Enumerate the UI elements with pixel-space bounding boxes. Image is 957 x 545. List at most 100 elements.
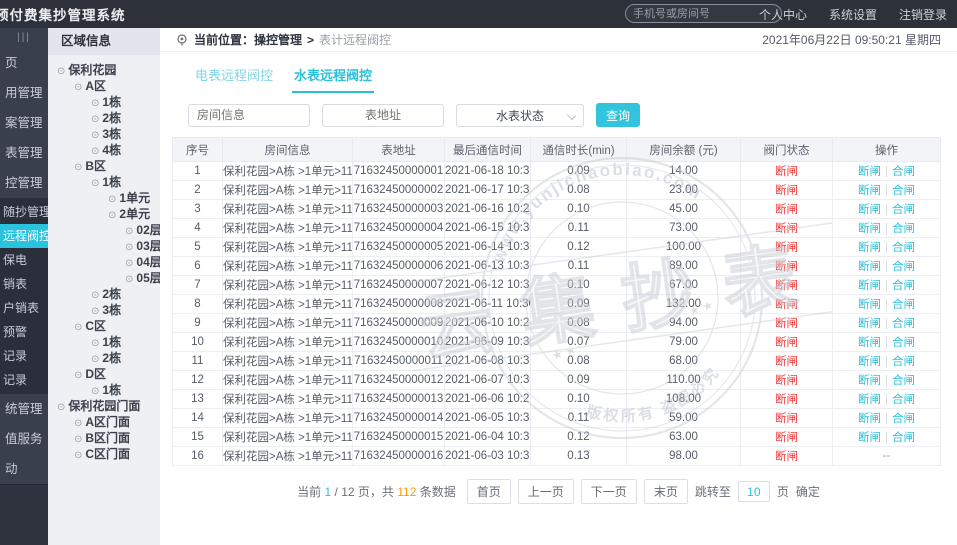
tree-node[interactable]: ⊙02层 (48, 222, 160, 238)
close-valve-link[interactable]: 断闸 (858, 318, 881, 330)
sidebar-item[interactable]: 用管理 (0, 78, 48, 108)
open-valve-link[interactable]: 合闸 (892, 318, 915, 330)
tree-node-label: 保利花园门面 (68, 399, 140, 413)
open-valve-link[interactable]: 合闸 (892, 280, 915, 292)
sidebar-item[interactable]: 保电 (0, 248, 48, 272)
tab-electric-meter-valve[interactable]: 电表远程阀控 (193, 61, 275, 93)
open-valve-link[interactable]: 合闸 (892, 185, 915, 197)
tree-expand-icon: ⊙ (74, 322, 82, 333)
tree-node[interactable]: ⊙1栋 (48, 382, 160, 398)
tree-node[interactable]: ⊙1栋 (48, 94, 160, 110)
tree-node[interactable]: ⊙B区门面 (48, 430, 160, 446)
sidebar-item[interactable]: 控管理 (0, 168, 48, 198)
close-valve-link[interactable]: 断闸 (858, 413, 881, 425)
open-valve-link[interactable]: 合闸 (892, 223, 915, 235)
sidebar-item-active[interactable]: 远程阀控 (0, 224, 48, 248)
close-valve-link[interactable]: 断闸 (858, 375, 881, 387)
open-valve-link[interactable]: 合闸 (892, 356, 915, 368)
sidebar-item[interactable]: 销表 (0, 272, 48, 296)
open-valve-link[interactable]: 合闸 (892, 166, 915, 178)
close-valve-link[interactable]: 断闸 (858, 337, 881, 349)
menu-collapse-icon[interactable]: ||| (0, 28, 48, 48)
sidebar-item[interactable]: 记录 (0, 344, 48, 368)
tree-node[interactable]: ⊙03层 (48, 238, 160, 254)
tree-node[interactable]: ⊙2单元 (48, 206, 160, 222)
sidebar-item[interactable]: 户销表 (0, 296, 48, 320)
water-meter-status-select[interactable]: 水表状态 (456, 104, 584, 127)
last-page-button[interactable]: 末页 (644, 479, 688, 504)
chevron-down-icon (567, 111, 576, 120)
open-valve-link[interactable]: 合闸 (892, 413, 915, 425)
sidebar-item[interactable]: 案管理 (0, 108, 48, 138)
sidebar-item[interactable]: 页 (0, 48, 48, 78)
tree-node[interactable]: ⊙保利花园 (48, 62, 160, 78)
tree-node[interactable]: ⊙2栋 (48, 286, 160, 302)
jump-page-input[interactable] (738, 481, 770, 502)
tree-node[interactable]: ⊙1栋 (48, 334, 160, 350)
tree-node[interactable]: ⊙保利花园门面 (48, 398, 160, 414)
op-separator: | (885, 185, 888, 197)
close-valve-link[interactable]: 断闸 (858, 394, 881, 406)
open-valve-link[interactable]: 合闸 (892, 394, 915, 406)
close-valve-link[interactable]: 断闸 (858, 185, 881, 197)
tree-node[interactable]: ⊙05层 (48, 270, 160, 286)
sidebar-item[interactable]: 随抄管理 (0, 200, 48, 224)
tree-node[interactable]: ⊙1栋 (48, 174, 160, 190)
close-valve-link[interactable]: 断闸 (858, 432, 881, 444)
close-valve-link[interactable]: 断闸 (858, 223, 881, 235)
close-valve-link[interactable]: 断闸 (858, 242, 881, 254)
open-valve-link[interactable]: 合闸 (892, 299, 915, 311)
first-page-button[interactable]: 首页 (467, 479, 511, 504)
tree-node[interactable]: ⊙A区门面 (48, 414, 160, 430)
meter-address-input[interactable] (322, 104, 444, 127)
sidebar-item[interactable]: 值服务 (0, 424, 48, 454)
tree-node[interactable]: ⊙04层 (48, 254, 160, 270)
close-valve-link[interactable]: 断闸 (858, 299, 881, 311)
tree-node[interactable]: ⊙A区 (48, 78, 160, 94)
open-valve-link[interactable]: 合闸 (892, 204, 915, 216)
sidebar-bottom-group: 统管理值服务动 (0, 394, 48, 484)
global-search-input[interactable] (633, 8, 775, 20)
close-valve-link[interactable]: 断闸 (858, 261, 881, 273)
system-settings-link[interactable]: 系统设置 (829, 6, 877, 23)
close-valve-link[interactable]: 断闸 (858, 166, 881, 178)
close-valve-link[interactable]: 断闸 (858, 204, 881, 216)
tab-water-meter-valve[interactable]: 水表远程阀控 (292, 61, 374, 93)
query-button[interactable]: 查询 (596, 103, 640, 127)
pagination-buttons: 首页上一页下一页末页 (467, 479, 688, 504)
sidebar-item[interactable]: 预警 (0, 320, 48, 344)
tree-node[interactable]: ⊙2栋 (48, 110, 160, 126)
tree-expand-icon: ⊙ (74, 370, 82, 381)
prev-page-button[interactable]: 上一页 (518, 479, 574, 504)
sidebar-item[interactable]: 动 (0, 454, 48, 484)
tree-node-label: 1栋 (102, 383, 121, 397)
logout-link[interactable]: 注销登录 (899, 6, 947, 23)
room-info-input[interactable] (188, 104, 310, 127)
tree-node[interactable]: ⊙B区 (48, 158, 160, 174)
sidebar-item[interactable]: 表管理 (0, 138, 48, 168)
tree-node[interactable]: ⊙D区 (48, 366, 160, 382)
open-valve-link[interactable]: 合闸 (892, 337, 915, 349)
tree-node[interactable]: ⊙C区门面 (48, 446, 160, 462)
open-valve-link[interactable]: 合闸 (892, 375, 915, 387)
open-valve-link[interactable]: 合闸 (892, 261, 915, 273)
next-page-button[interactable]: 下一页 (581, 479, 637, 504)
user-center-link[interactable]: 个人中心 (759, 6, 807, 23)
close-valve-link[interactable]: 断闸 (858, 280, 881, 292)
close-valve-link[interactable]: 断闸 (858, 356, 881, 368)
tree-node[interactable]: ⊙1单元 (48, 190, 160, 206)
cell-operations: -- (833, 447, 941, 466)
cell-operations: 断闸|合闸 (833, 390, 941, 409)
jump-confirm-button[interactable]: 确定 (796, 483, 820, 500)
tree-node[interactable]: ⊙4栋 (48, 142, 160, 158)
sidebar-item[interactable]: 记录 (0, 368, 48, 392)
tree-node[interactable]: ⊙3栋 (48, 126, 160, 142)
cell-addr: 71632450000006 (353, 257, 445, 276)
tree-node[interactable]: ⊙2栋 (48, 350, 160, 366)
tree-node[interactable]: ⊙3栋 (48, 302, 160, 318)
tree-node-label: 04层 (136, 255, 160, 269)
open-valve-link[interactable]: 合闸 (892, 242, 915, 254)
open-valve-link[interactable]: 合闸 (892, 432, 915, 444)
sidebar-item[interactable]: 统管理 (0, 394, 48, 424)
tree-node[interactable]: ⊙C区 (48, 318, 160, 334)
